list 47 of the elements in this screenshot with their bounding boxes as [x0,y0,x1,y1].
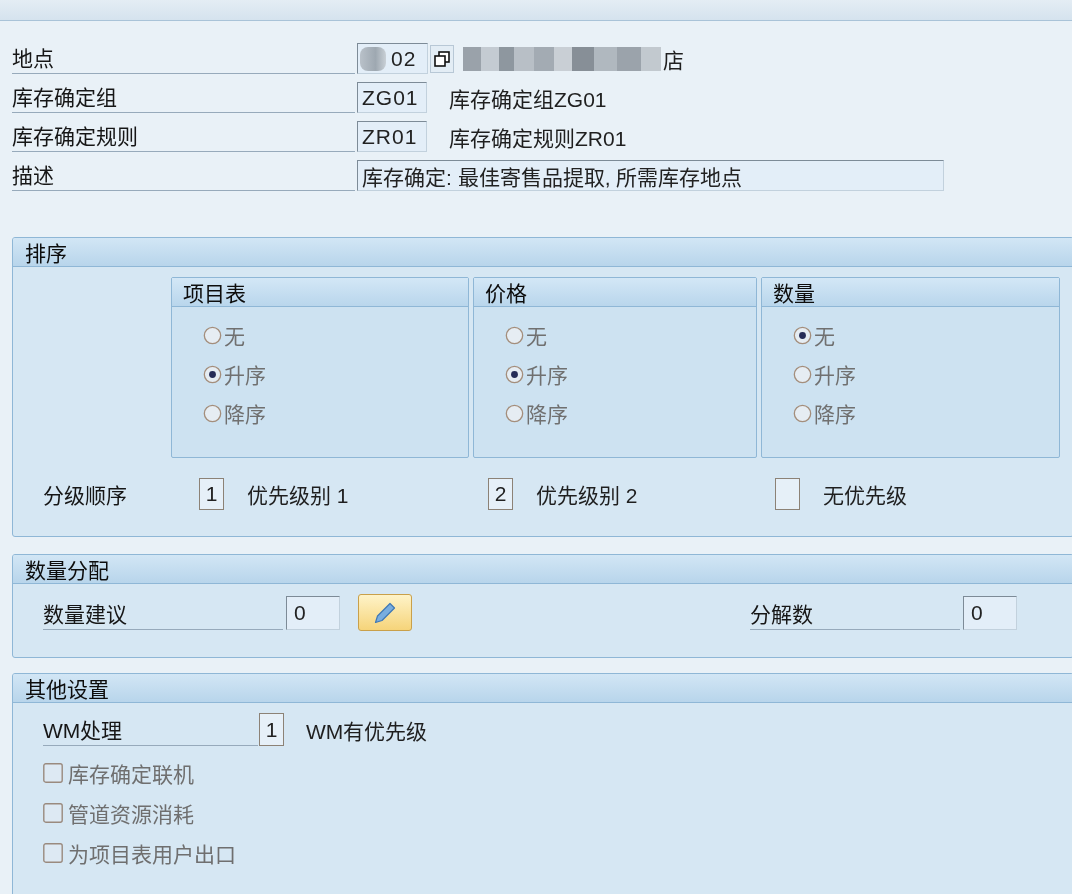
field-label: 地点 [12,43,355,74]
group-header: 数量 [762,278,1059,307]
input-field[interactable]: 1 [199,478,224,510]
ranking-label: 分级顺序 [42,483,128,509]
option-label: 无 [224,324,245,350]
pencil-icon [373,600,397,625]
section-header: 排序 [13,238,1072,267]
field-description: 库存确定组ZG01 [449,86,607,113]
checkbox-label: 库存确定联机 [68,762,194,788]
copy-icon[interactable] [434,50,450,67]
priority-label: 优先级别 2 [536,483,638,509]
field-label: 库存确定组 [12,82,355,113]
field-label: WM处理 [43,713,258,746]
field-label: 数量建议 [43,595,283,630]
field-description: 库存确定规则ZR01 [449,125,627,152]
field-label: 库存确定规则 [12,121,355,152]
group-header: 价格 [474,278,756,307]
section-header: 其他设置 [13,674,1072,703]
input-field[interactable]: ZG01 [357,82,427,113]
option-label: 升序 [224,363,266,389]
field-description: 店 [663,47,684,74]
option-label: 降序 [814,402,856,428]
priority-label: 优先级别 1 [247,483,349,509]
group-header: 项目表 [172,278,468,307]
option-label: 无 [526,324,547,350]
input-field[interactable]: 0 [286,595,340,630]
input-field[interactable]: 0 [963,595,1017,630]
field-description: WM有优先级 [306,718,428,745]
checkbox-label: 为项目表用户出口 [68,842,236,868]
section-header: 数量分配 [13,555,1072,584]
input-field[interactable]: 02 [357,43,428,74]
input-field[interactable] [775,478,800,510]
field-label: 描述 [12,160,355,191]
input-field[interactable]: 2 [488,478,513,510]
checkbox-label: 管道资源消耗 [68,802,194,828]
edit-button[interactable] [358,594,412,631]
option-label: 升序 [814,363,856,389]
redaction-block [360,46,386,71]
option-label: 无 [814,324,835,350]
priority-label: 无优先级 [823,483,907,509]
input-field[interactable]: 库存确定: 最佳寄售品提取, 所需库存地点 [357,160,944,191]
option-label: 升序 [526,363,568,389]
field-label: 分解数 [750,595,960,630]
input-field[interactable]: ZR01 [357,121,427,152]
option-label: 降序 [224,402,266,428]
option-label: 降序 [526,402,568,428]
input-field[interactable]: 1 [259,713,284,746]
